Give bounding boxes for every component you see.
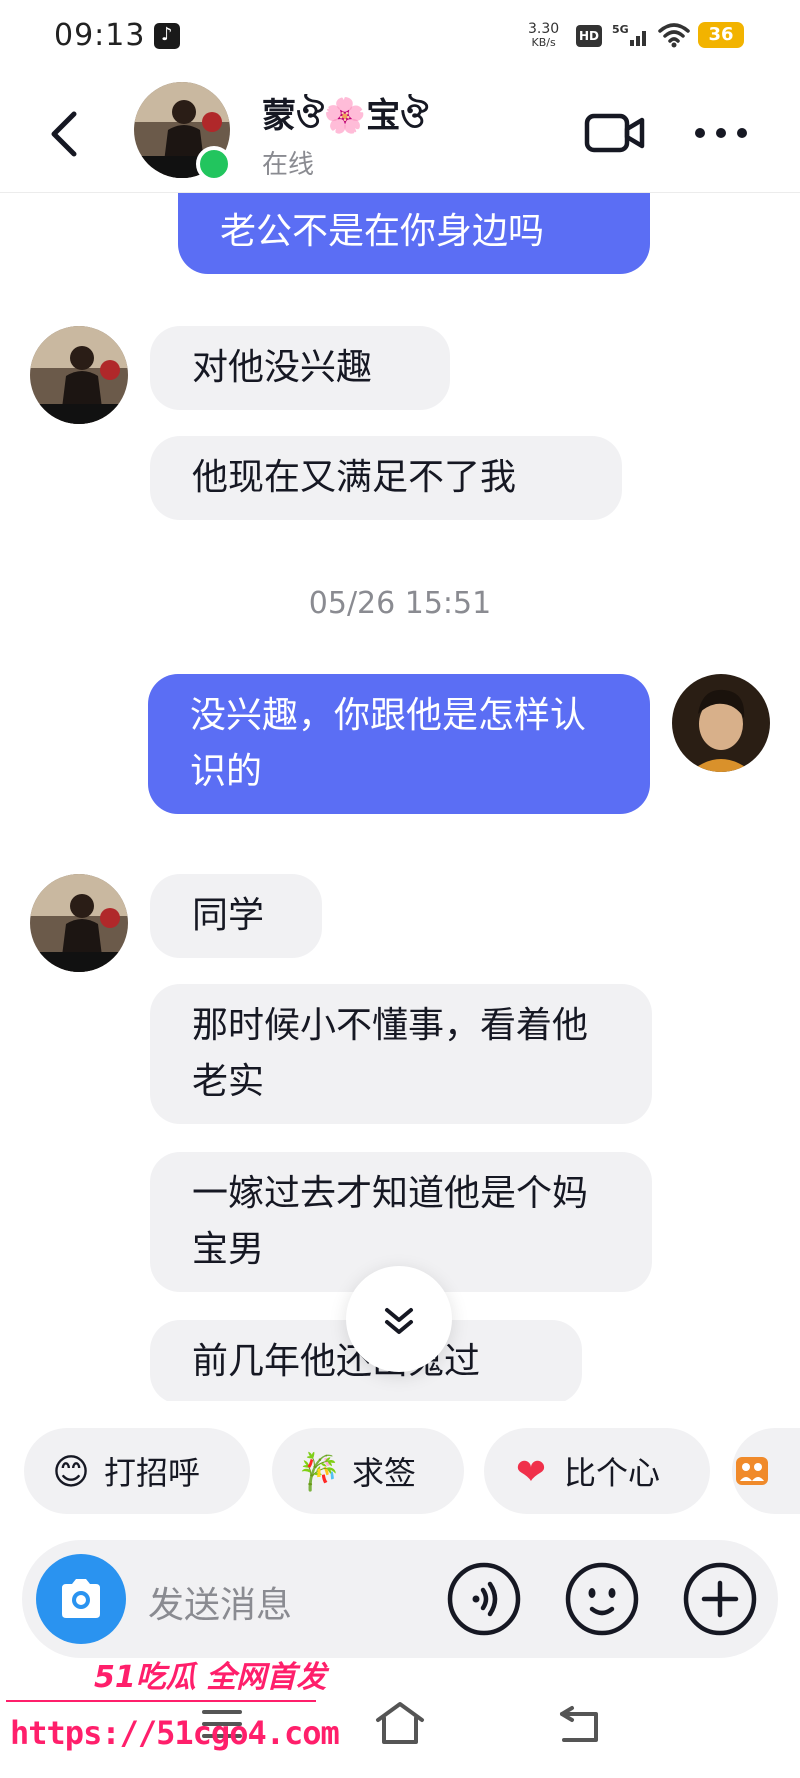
message-bubble-incoming[interactable]: 那时候小不懂事，看着他老实: [150, 984, 652, 1124]
watermark-brand: 51吃瓜 全网首发: [94, 1660, 327, 1695]
network-speed: 3.30 KB/s: [528, 22, 559, 50]
hd-badge: HD: [576, 25, 602, 47]
plus-icon[interactable]: [682, 1561, 758, 1637]
tiktok-notification-icon: [154, 23, 180, 49]
contact-message-avatar[interactable]: [30, 326, 128, 424]
back-button[interactable]: [44, 106, 84, 162]
nav-home-icon[interactable]: [374, 1700, 426, 1746]
more-options-icon[interactable]: [692, 118, 750, 148]
emoji-icon[interactable]: [564, 1561, 640, 1637]
contact-name[interactable]: 蒙ঔ🌸宝ঔ: [262, 88, 428, 147]
scroll-to-bottom-button[interactable]: [346, 1266, 452, 1372]
signal-icon: 5G: [612, 23, 646, 46]
quick-reply-album[interactable]: [732, 1428, 800, 1514]
network-speed-value: 3.30: [528, 21, 560, 37]
contact-message-avatar[interactable]: [30, 874, 128, 972]
photo-album-icon: [736, 1457, 768, 1485]
quick-reply-heart[interactable]: ❤ 比个心: [484, 1428, 710, 1514]
contact-status: 在线: [262, 150, 315, 180]
message-input[interactable]: 发送消息: [148, 1576, 292, 1628]
watermark-divider: [6, 1700, 316, 1702]
quick-reply-greet[interactable]: 😊 打招呼: [24, 1428, 250, 1514]
chat-area[interactable]: 老公不是在你身边吗 对他没兴趣 他现在又满足不了我 05/26 15:51 没兴…: [0, 193, 800, 1401]
message-input-bar: [22, 1540, 778, 1658]
message-bubble-incoming[interactable]: 他现在又满足不了我: [150, 436, 622, 520]
smile-emoji-icon: 😊: [52, 1452, 90, 1493]
quick-reply-label: 打招呼: [104, 1454, 201, 1492]
voice-icon[interactable]: [446, 1561, 522, 1637]
quick-reply-label: 比个心: [564, 1454, 661, 1492]
network-speed-unit: KB/s: [531, 36, 556, 49]
message-bubble-incoming[interactable]: 对他没兴趣: [150, 326, 450, 410]
quick-reply-label: 求签: [352, 1454, 417, 1492]
camera-button[interactable]: [36, 1554, 126, 1644]
heart-icon: ❤: [515, 1452, 547, 1493]
watermark-url: https://51cgo4.com: [10, 1714, 340, 1752]
wifi-icon: [658, 23, 690, 48]
message-bubble-outgoing[interactable]: 没兴趣，你跟他是怎样认识的: [148, 674, 650, 814]
nav-back-icon[interactable]: [556, 1700, 602, 1746]
battery-indicator: 36: [698, 22, 744, 48]
video-call-icon[interactable]: [584, 110, 646, 156]
online-indicator: [196, 146, 232, 182]
message-bubble-outgoing[interactable]: 老公不是在你身边吗: [178, 193, 650, 274]
status-time: 09:13: [54, 18, 146, 53]
message-bubble-incoming[interactable]: 同学: [150, 874, 322, 958]
message-timestamp: 05/26 15:51: [308, 586, 492, 621]
network-type: 5G: [612, 23, 629, 36]
quick-reply-fortune[interactable]: 🎋 求签: [272, 1428, 464, 1514]
my-avatar[interactable]: [672, 674, 770, 772]
fortune-stick-icon: 🎋: [296, 1452, 342, 1493]
